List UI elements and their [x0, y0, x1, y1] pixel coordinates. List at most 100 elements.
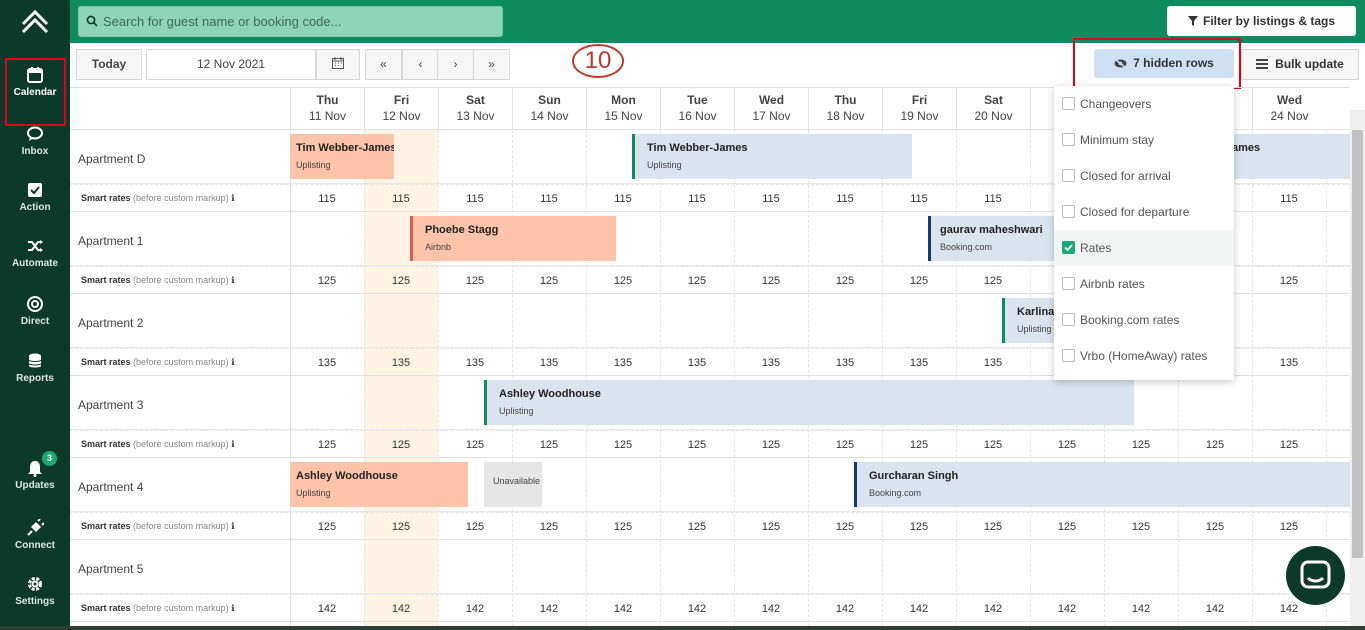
- dropdown-option-minimum-stay[interactable]: Minimum stay: [1054, 122, 1234, 158]
- apartment-row[interactable]: Apartment 5: [70, 540, 1350, 594]
- sidebar-item-inbox[interactable]: Inbox: [0, 125, 70, 181]
- booking-block[interactable]: Tim Webber-James Uplisting: [632, 134, 912, 179]
- sidebar-item-label: Updates: [15, 480, 55, 491]
- app-window: Calendar Inbox Action Automate Direct Re…: [0, 0, 1365, 630]
- rate-row: Smart rates (before custom markup) ℹ 125…: [70, 512, 1350, 540]
- scrollbar-thumb[interactable]: [1352, 130, 1363, 558]
- booking-block[interactable]: Tim Webber-James Uplisting: [290, 134, 394, 179]
- updates-badge: 3: [42, 451, 57, 466]
- booking-block[interactable]: ames: [1232, 134, 1350, 179]
- apartment-name[interactable]: Apartment 4: [78, 480, 143, 494]
- unavailable-block[interactable]: Unavailable: [484, 462, 542, 507]
- checkbox[interactable]: [1062, 169, 1075, 182]
- logo-icon[interactable]: [20, 8, 50, 38]
- booking-source: Uplisting: [1017, 324, 1052, 334]
- direct-icon: [27, 296, 43, 312]
- checkbox[interactable]: [1062, 205, 1075, 218]
- filter-icon: [1187, 16, 1198, 26]
- booking-source: Airbnb: [425, 242, 452, 252]
- rate-label: Smart rates (before custom markup) ℹ: [81, 193, 235, 203]
- sidebar-item-label: Connect: [15, 540, 55, 551]
- hidden-rows-button[interactable]: 7 hidden rows: [1094, 49, 1234, 78]
- info-icon: ℹ: [231, 603, 235, 613]
- sidebar-item-connect[interactable]: Connect: [0, 519, 70, 575]
- booking-block[interactable]: Phoebe Stagg Airbnb: [410, 216, 616, 261]
- prev-month-button[interactable]: «: [365, 49, 402, 80]
- sidebar-item-settings[interactable]: Settings: [0, 575, 70, 630]
- checkbox-checked[interactable]: [1062, 241, 1075, 254]
- guest-name: ames: [1232, 142, 1261, 154]
- booking-source: Booking.com: [940, 242, 993, 252]
- search-input[interactable]: [78, 6, 503, 37]
- checkbox[interactable]: [1062, 277, 1075, 290]
- sidebar-item-action[interactable]: Action: [0, 181, 70, 237]
- sidebar-item-direct[interactable]: Direct: [0, 295, 70, 351]
- sidebar-item-updates[interactable]: Updates: [0, 459, 70, 515]
- hidden-rows-dropdown: Changeovers Minimum stay Closed for arri…: [1054, 86, 1234, 380]
- dropdown-option-rates[interactable]: Rates: [1054, 230, 1234, 266]
- guest-name: Tim Webber-James: [296, 142, 394, 154]
- rate-row: Smart rates (before custom markup) ℹ 142…: [70, 594, 1350, 622]
- filter-listings-button[interactable]: Filter by listings & tags: [1167, 6, 1356, 36]
- dropdown-option-changeovers[interactable]: Changeovers: [1054, 86, 1234, 122]
- sidebar-item-reports[interactable]: Reports: [0, 352, 70, 408]
- sidebar-item-label: Direct: [20, 316, 50, 327]
- date-field[interactable]: 12 Nov 2021: [146, 49, 316, 80]
- sidebar: Calendar Inbox Action Automate Direct Re…: [0, 0, 70, 630]
- dropdown-option-booking-rates[interactable]: Booking.com rates: [1054, 302, 1234, 338]
- dropdown-option-airbnb-rates[interactable]: Airbnb rates: [1054, 266, 1234, 302]
- calendar-icon: [332, 57, 344, 69]
- guest-name: Phoebe Stagg: [425, 224, 499, 236]
- list-icon: [1256, 59, 1269, 69]
- dropdown-option-closed-for-departure[interactable]: Closed for departure: [1054, 194, 1234, 230]
- chat-launcher-button[interactable]: [1286, 546, 1345, 605]
- check-square-icon: [28, 183, 42, 197]
- sidebar-item-label: Inbox: [21, 146, 49, 157]
- bottom-strip: [0, 626, 1365, 630]
- next-week-button[interactable]: ›: [437, 49, 474, 80]
- apartment-name[interactable]: Apartment 5: [78, 562, 143, 576]
- info-icon: ℹ: [231, 357, 235, 367]
- booking-block[interactable]: Gurcharan Singh Booking.com: [854, 462, 1350, 507]
- apartment-name[interactable]: Apartment D: [78, 152, 145, 166]
- apartment-name[interactable]: Apartment 3: [78, 398, 143, 412]
- apartment-name[interactable]: Apartment 1: [78, 234, 143, 248]
- gear-icon: [28, 577, 42, 591]
- sidebar-item-label: Automate: [11, 258, 59, 269]
- dropdown-option-vrbo-rates[interactable]: Vrbo (HomeAway) rates: [1054, 338, 1234, 374]
- rate-label: Smart rates (before custom markup) ℹ: [81, 275, 235, 285]
- booking-source: Uplisting: [647, 160, 682, 170]
- booking-source: Booking.com: [869, 488, 922, 498]
- checkbox[interactable]: [1062, 97, 1075, 110]
- date-picker-button[interactable]: [316, 49, 360, 80]
- rate-label: Smart rates (before custom markup) ℹ: [81, 521, 235, 531]
- sidebar-item-automate[interactable]: Automate: [0, 237, 70, 293]
- booking-block[interactable]: Karlina Uplisting: [1002, 298, 1054, 343]
- database-icon: [28, 353, 42, 368]
- checkbox[interactable]: [1062, 349, 1075, 362]
- sidebar-item-label: Reports: [16, 373, 54, 384]
- dropdown-option-closed-for-arrival[interactable]: Closed for arrival: [1054, 158, 1234, 194]
- prev-week-button[interactable]: ‹: [402, 49, 439, 80]
- plug-icon: [27, 519, 44, 536]
- booking-source: Uplisting: [296, 488, 331, 498]
- booking-block[interactable]: gaurav maheshwari Booking.com: [928, 216, 1054, 261]
- checkbox[interactable]: [1062, 313, 1075, 326]
- shuffle-icon: [28, 240, 43, 252]
- today-button[interactable]: Today: [76, 49, 142, 80]
- check-icon: [1064, 244, 1073, 252]
- booking-block[interactable]: Ashley Woodhouse Uplisting: [290, 462, 468, 507]
- apartment-name[interactable]: Apartment 2: [78, 316, 143, 330]
- booking-block[interactable]: Ashley Woodhouse Uplisting: [484, 380, 1134, 425]
- rate-label: Smart rates (before custom markup) ℹ: [81, 439, 235, 449]
- vertical-scrollbar[interactable]: [1350, 110, 1365, 630]
- next-month-button[interactable]: »: [473, 49, 510, 80]
- info-icon: ℹ: [231, 521, 235, 531]
- checkbox[interactable]: [1062, 133, 1075, 146]
- top-bar: Filter by listings & tags: [70, 0, 1365, 43]
- guest-name: Gurcharan Singh: [869, 470, 959, 482]
- info-icon: ℹ: [231, 193, 235, 203]
- booking-source: Uplisting: [499, 406, 534, 416]
- bulk-update-button[interactable]: Bulk update: [1241, 49, 1359, 80]
- bell-icon: [28, 461, 42, 477]
